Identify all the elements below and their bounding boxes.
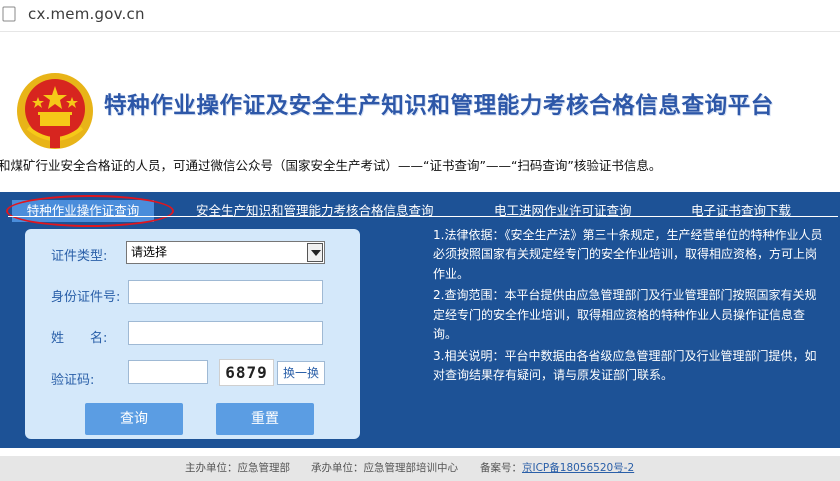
query-button[interactable]: 查询 — [85, 403, 183, 435]
footer: 主办单位：应急管理部 承办单位：应急管理部培训中心 备案号：京ICP备18056… — [0, 456, 840, 481]
info-notes: 3.相关说明：平台中数据由各省级应急管理部门及行业管理部门提供，如对查询结果存有… — [433, 348, 817, 383]
id-number-label: 身份证件号: — [51, 290, 121, 305]
site-banner: 特种作业操作证及安全生产知识和管理能力考核合格信息查询平台 — [0, 58, 840, 150]
name-label: 姓 名: — [51, 331, 108, 346]
url-text[interactable]: cx.mem.gov.cn — [28, 5, 145, 23]
chevron-down-icon[interactable] — [307, 243, 323, 262]
captcha-label: 验证码: — [51, 373, 95, 388]
footer-icp: 备案号：京ICP备18056520号-2 — [480, 456, 634, 481]
info-section: 1.法律依据：《安全生产法》第三十条规定，生产经营单位的特种作业人员必须按照国家… — [433, 226, 828, 388]
page-info-icon[interactable] — [2, 5, 16, 23]
refresh-captcha-button[interactable]: 换一换 — [277, 361, 325, 385]
cert-type-label: 证件类型: — [51, 249, 108, 264]
tab-electrician-permit[interactable]: 电工进网作业许可证查询 — [494, 200, 632, 222]
info-query-scope: 2.查询范围：本平台提供由应急管理部门及行业管理部门按照国家有关规定经专门的安全… — [433, 288, 817, 342]
icp-label: 备案号： — [480, 462, 522, 474]
footer-sponsor: 主办单位：应急管理部 — [185, 462, 290, 474]
notice-marquee: 和煤矿行业安全合格证的人员，可通过微信公众号（国家安全生产考试）——“证书查询”… — [0, 155, 840, 177]
tab-bar: 特种作业操作证查询 安全生产知识和管理能力考核合格信息查询 电工进网作业许可证查… — [0, 195, 840, 227]
notice-text: 和煤矿行业安全合格证的人员，可通过微信公众号（国家安全生产考试）——“证书查询”… — [0, 158, 662, 173]
captcha-input[interactable] — [128, 360, 208, 384]
footer-organizer: 承办单位：应急管理部培训中心 — [311, 462, 458, 474]
main-panel: 特种作业操作证查询 安全生产知识和管理能力考核合格信息查询 电工进网作业许可证查… — [0, 192, 840, 448]
national-emblem-icon — [17, 73, 93, 149]
browser-address-bar[interactable]: cx.mem.gov.cn — [0, 0, 840, 32]
page-title: 特种作业操作证及安全生产知识和管理能力考核合格信息查询平台 — [104, 93, 774, 119]
tab-divider — [8, 216, 838, 217]
tab-e-cert-download[interactable]: 电子证书查询下载 — [691, 200, 791, 222]
cert-type-value: 请选择 — [131, 245, 168, 259]
tab-safety-knowledge-assessment[interactable]: 安全生产知识和管理能力考核合格信息查询 — [196, 200, 434, 222]
reset-button[interactable]: 重置 — [216, 403, 314, 435]
query-form: 证件类型: 请选择 身份证件号: 姓 名: 验证码: 6879 换一换 查询 重… — [25, 229, 360, 439]
captcha-image[interactable]: 6879 — [219, 359, 274, 386]
tab-special-operation-cert[interactable]: 特种作业操作证查询 — [12, 200, 154, 222]
name-input[interactable] — [128, 321, 323, 345]
info-legal-basis: 1.法律依据：《安全生产法》第三十条规定，生产经营单位的特种作业人员必须按照国家… — [433, 228, 823, 281]
cert-type-select[interactable]: 请选择 — [126, 241, 325, 264]
icp-link[interactable]: 京ICP备18056520号-2 — [522, 462, 634, 474]
id-number-input[interactable] — [128, 280, 323, 304]
